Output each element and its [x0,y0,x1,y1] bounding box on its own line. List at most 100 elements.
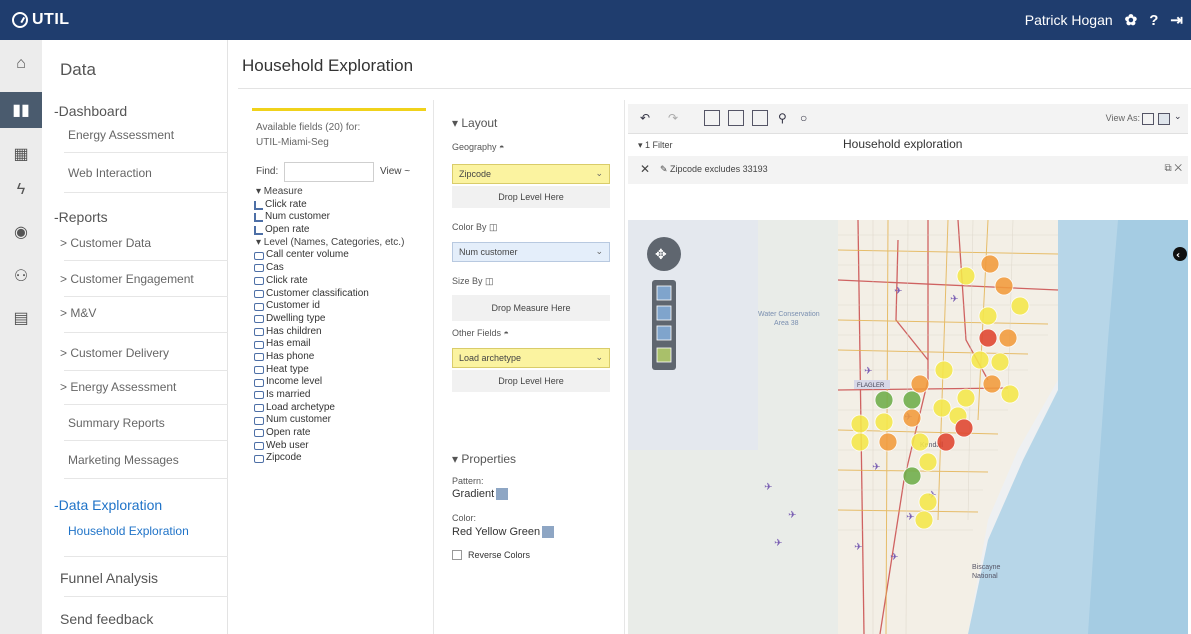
users-icon[interactable]: ⚇ [0,258,42,294]
other-fields-label: Other Fields ◓ [452,328,509,338]
close-icon[interactable]: ✕ [640,162,650,176]
field-item[interactable]: Click rate [254,199,426,212]
color-by-dropdown[interactable]: Num customer ⌄ [452,242,610,262]
logout-icon[interactable]: ⇥ [1170,11,1183,29]
zoom-in-icon[interactable] [656,285,672,301]
bolt-icon[interactable]: ϟ [0,172,42,208]
settings-icon[interactable]: ○ [800,111,807,125]
airport-icon: ✈ [774,538,782,549]
nav-web-interaction[interactable]: Web Interaction [68,166,152,180]
nav-energy-assessment[interactable]: Energy Assessment [68,128,174,142]
nav-marketing-messages[interactable]: Marketing Messages [68,453,179,467]
field-item[interactable]: Cas [254,262,426,275]
gear-icon[interactable]: ✿ [1125,11,1138,29]
field-item[interactable]: Has children [254,326,426,339]
nav-household-exploration[interactable]: Household Exploration [68,524,189,538]
layers-icon[interactable] [656,347,672,363]
field-item[interactable]: Num customer [254,414,426,427]
field-item[interactable]: Customer id [254,300,426,313]
sidebar-nav: Data -Dashboard Energy Assessment Web In… [42,40,228,634]
field-item[interactable]: Call center volume [254,249,426,262]
filter-text-value: Zipcode excludes 33193 [670,164,768,174]
pattern-select[interactable]: Gradient [452,488,509,500]
chevron-down-icon[interactable]: ⌄ [1174,111,1182,122]
zipcode-bubble [914,510,934,530]
filter-toggle[interactable]: ▾ 1 Filter [638,140,673,151]
field-item[interactable]: Has phone [254,351,426,364]
chevron-down-icon: ⌄ [595,168,603,178]
nav-mv[interactable]: > M&V [60,306,96,320]
undo-icon[interactable]: ↶ [640,111,650,125]
field-item[interactable]: Num customer [254,211,426,224]
other-fields-dropdown[interactable]: Load archetype ⌄ [452,348,610,368]
field-item[interactable]: Open rate [254,224,426,237]
table-icon[interactable] [728,110,744,126]
chart-view-icon[interactable] [1158,113,1170,125]
expand-icon[interactable]: ⧉ ✕ [1164,163,1182,174]
geography-dropdown-value: Zipcode [459,169,492,179]
chart-icon[interactable]: ▮▮ [0,92,42,128]
user-name[interactable]: Patrick Hogan [1025,12,1113,28]
measure-header[interactable]: ▾ Measure [254,186,426,199]
field-item[interactable]: Is married [254,389,426,402]
color-select[interactable]: Red Yellow Green [452,526,555,538]
field-item[interactable]: Dwelling type [254,313,426,326]
nav-reports[interactable]: -Reports [54,209,108,225]
layout-section-toggle[interactable]: ▾ Layout [452,116,497,130]
zipcode-bubble [998,328,1018,348]
field-item[interactable]: Web user [254,440,426,453]
nav-data-exploration[interactable]: -Data Exploration [54,497,162,513]
globe-icon: ◓ [503,328,509,338]
home-icon[interactable]: ⌂ [0,46,42,82]
level-icon [254,264,264,273]
nav-dashboard[interactable]: -Dashboard [54,103,127,119]
level-header[interactable]: ▾ Level (Names, Categories, etc.) [254,237,426,250]
brand[interactable]: UTIL [12,11,70,29]
help-icon[interactable]: ? [1149,12,1158,29]
redo-icon[interactable]: ↷ [668,111,678,125]
map[interactable]: Water Conservation Area 38 FLAGLER Kenda… [628,220,1188,634]
select-region-icon[interactable] [656,325,672,341]
zipcode-bubble [850,414,870,434]
field-item[interactable]: Heat type [254,364,426,377]
field-label: Call center volume [266,249,349,261]
zoom-out-icon[interactable] [656,305,672,321]
nav-summary-reports[interactable]: Summary Reports [68,416,165,430]
geography-dropdown[interactable]: Zipcode ⌄ [452,164,610,184]
field-item[interactable]: Load archetype [254,402,426,415]
panel-toggle-icon[interactable] [704,110,720,126]
field-item[interactable]: Click rate [254,275,426,288]
collapse-arrow-icon: ‹ [1176,250,1180,261]
nav-customer-delivery[interactable]: > Customer Delivery [60,346,169,360]
properties-section-toggle[interactable]: ▾ Properties [452,452,516,466]
eye-icon[interactable]: ◉ [0,214,42,250]
field-label: Has children [266,325,322,337]
field-item[interactable]: Zipcode [254,452,426,465]
filter-text[interactable]: ✎ Zipcode excludes 33193 [660,164,768,175]
view-dropdown[interactable]: View ~ [380,166,410,177]
find-input[interactable] [284,162,374,182]
field-item[interactable]: Has email [254,338,426,351]
report-icon[interactable]: ▤ [0,300,42,336]
geography-drop-zone[interactable]: Drop Level Here [452,186,610,208]
color-by-label: Color By ◫ [452,222,498,233]
field-label: Load archetype [266,401,335,413]
reverse-colors-checkbox[interactable]: Reverse Colors [452,550,530,560]
brand-name: UTIL [32,11,70,28]
nav-send-feedback[interactable]: Send feedback [60,611,153,627]
field-item[interactable]: Income level [254,376,426,389]
grid-view-icon[interactable] [1142,113,1154,125]
level-icon [254,302,264,311]
size-drop-zone[interactable]: Drop Measure Here [452,295,610,321]
nav-funnel-analysis[interactable]: Funnel Analysis [60,570,158,586]
nav-energy-assessment-2[interactable]: > Energy Assessment [60,380,176,394]
calendar-icon[interactable]: ▦ [0,136,42,172]
nav-customer-engagement[interactable]: > Customer Engagement [60,272,194,286]
zipcode-bubble [902,408,922,428]
field-item[interactable]: Open rate [254,427,426,440]
field-item[interactable]: Customer classification [254,288,426,301]
filter-icon[interactable] [752,110,768,126]
other-fields-drop-zone[interactable]: Drop Level Here [452,370,610,392]
nav-customer-data[interactable]: > Customer Data [60,236,151,250]
run-icon[interactable]: ⚲ [778,111,787,125]
